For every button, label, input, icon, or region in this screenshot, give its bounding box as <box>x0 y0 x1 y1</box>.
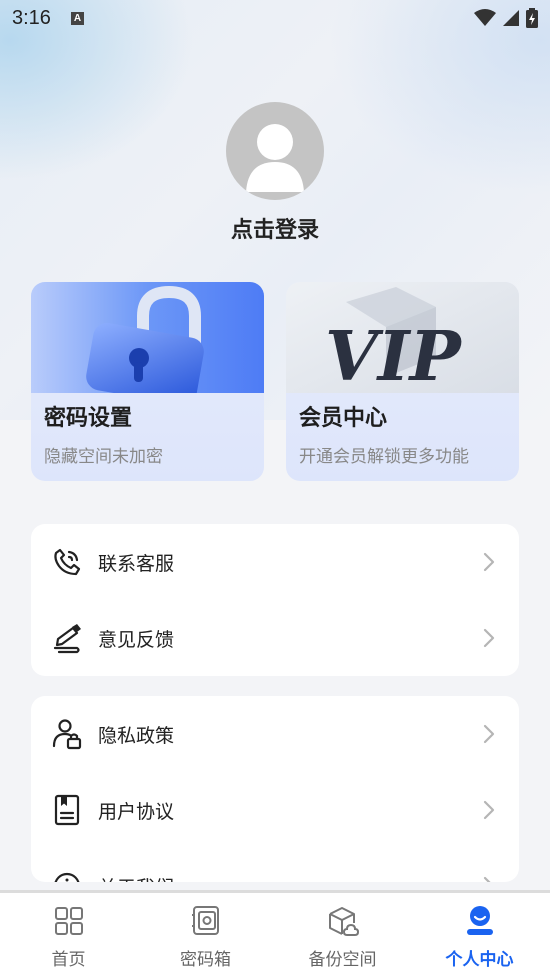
support-menu-group: 联系客服 意见反馈 <box>31 524 519 676</box>
menu-label: 联系客服 <box>98 552 175 575</box>
default-avatar-icon <box>246 124 304 192</box>
info-icon <box>54 872 80 882</box>
vip-center-card[interactable]: VIP 会员中心 开通会员解锁更多功能 <box>286 282 519 481</box>
privacy-user-lock-icon <box>52 719 82 750</box>
menu-item-feedback[interactable]: 意见反馈 <box>31 600 519 676</box>
password-card-subtitle: 隐藏空间未加密 <box>44 447 163 467</box>
tab-personal-center[interactable]: 个人中心 <box>411 893 548 979</box>
tab-label: 密码箱 <box>180 950 231 970</box>
chevron-right-icon <box>483 552 495 572</box>
keyboard-a-icon: A <box>70 11 84 25</box>
backup-box-icon <box>328 907 359 936</box>
vip-card-subtitle: 开通会员解锁更多功能 <box>299 447 469 467</box>
menu-item-user-agreement[interactable]: 用户协议 <box>31 772 519 848</box>
password-settings-card[interactable]: 密码设置 隐藏空间未加密 <box>31 282 264 481</box>
tab-label: 备份空间 <box>308 950 377 970</box>
chevron-right-icon <box>483 724 495 744</box>
avatar[interactable] <box>226 102 324 200</box>
tab-label: 个人中心 <box>445 950 514 970</box>
tab-backup-space[interactable]: 备份空间 <box>274 893 411 979</box>
vip-badge-icon: VIP <box>325 317 463 388</box>
status-time: 3:16 <box>12 6 51 29</box>
tab-password-box[interactable]: 密码箱 <box>137 893 274 979</box>
menu-item-privacy-policy[interactable]: 隐私政策 <box>31 696 519 772</box>
chevron-right-icon <box>483 628 495 648</box>
grid-home-icon <box>54 907 83 935</box>
signal-icon <box>503 10 519 26</box>
chevron-right-icon <box>483 876 491 882</box>
wifi-icon <box>474 9 496 26</box>
padlock-illustration-icon <box>31 282 264 393</box>
person-icon <box>466 906 493 935</box>
agreement-document-icon <box>54 794 80 826</box>
tab-home[interactable]: 首页 <box>0 893 137 979</box>
menu-item-about-us[interactable]: 关于我们 <box>31 848 519 882</box>
battery-icon <box>526 8 538 28</box>
phone-support-icon <box>54 548 81 576</box>
chevron-right-icon <box>483 800 495 820</box>
status-icons <box>474 8 538 28</box>
safe-box-icon <box>191 906 219 935</box>
svg-text:VIP: VIP <box>325 317 463 388</box>
tab-label: 首页 <box>51 950 86 970</box>
policy-menu-group: 隐私政策 用户协议 关于我们 <box>31 696 519 882</box>
password-card-title: 密码设置 <box>44 406 133 431</box>
menu-item-contact-support[interactable]: 联系客服 <box>31 524 519 600</box>
menu-label: 隐私政策 <box>98 724 175 747</box>
bottom-tab-bar: 首页 密码箱 备份空间 个人中心 <box>0 890 550 979</box>
status-bar: 3:16 A <box>0 0 550 36</box>
vip-card-title: 会员中心 <box>299 406 388 431</box>
login-prompt[interactable]: 点击登录 <box>0 212 550 244</box>
menu-label: 意见反馈 <box>98 628 175 651</box>
menu-label: 关于我们 <box>98 873 174 883</box>
menu-label: 用户协议 <box>98 800 175 823</box>
feedback-pen-icon <box>53 624 81 654</box>
